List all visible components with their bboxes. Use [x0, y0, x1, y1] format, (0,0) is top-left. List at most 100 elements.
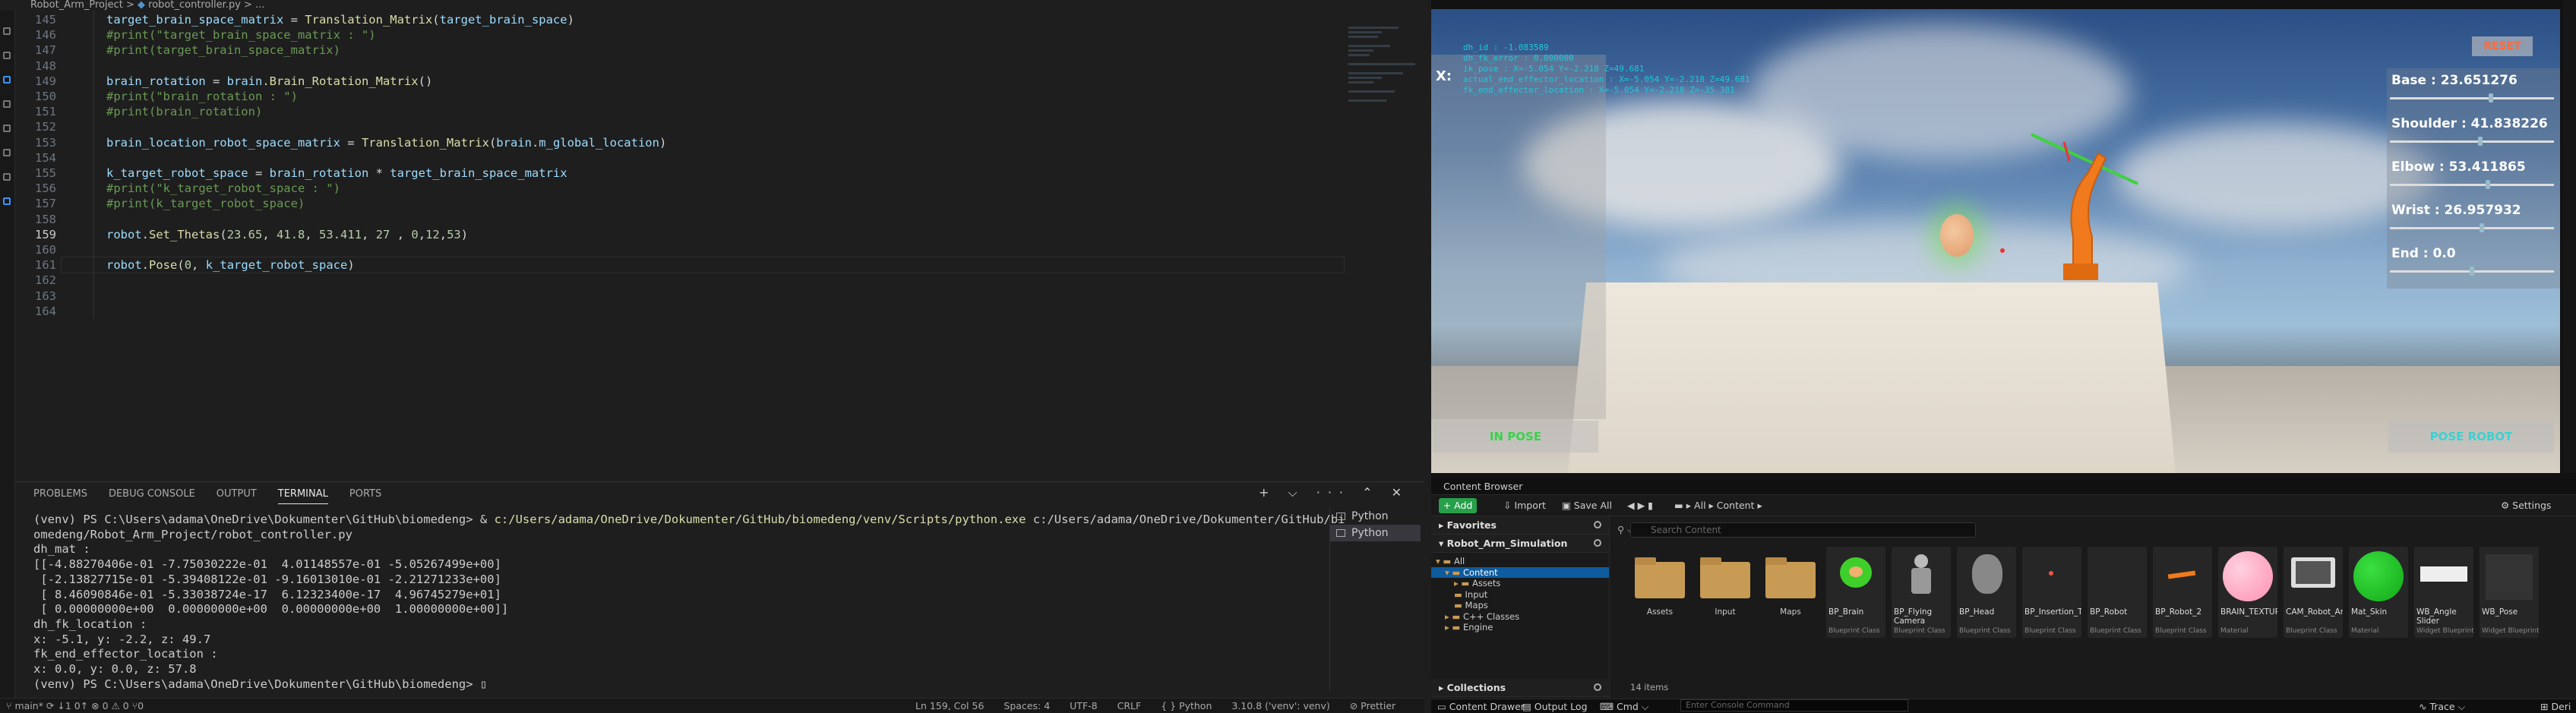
- status-item[interactable]: Spaces: 4: [1004, 700, 1050, 711]
- terminal-instance[interactable]: Python: [1330, 525, 1421, 541]
- extensions-icon[interactable]: [3, 125, 11, 132]
- collections-header[interactable]: ▸ Collections: [1431, 679, 1609, 697]
- explorer-icon[interactable]: [3, 27, 11, 35]
- terminal-text: (venv) PS C:\Users\adama\OneDrive\Dokume…: [33, 677, 488, 691]
- project-header[interactable]: ▾ Robot_Arm_Simulation: [1431, 535, 1609, 553]
- output-log-button[interactable]: ▤ Output Log: [1522, 699, 1588, 713]
- asset-tile[interactable]: Mat_Skin Material: [2349, 547, 2408, 638]
- cmd-dropdown[interactable]: ⌨ Cmd ⌵: [1600, 699, 1648, 713]
- tree-item[interactable]: ▸ ▬ Assets: [1431, 578, 1609, 589]
- pose-robot-button[interactable]: POSE ROBOT: [2388, 421, 2554, 453]
- joint-slider[interactable]: Shoulder : 41.838226: [2387, 112, 2560, 155]
- asset-tile[interactable]: WB_Pose Widget Blueprint: [2480, 547, 2540, 638]
- tree-item[interactable]: ▬ Maps: [1431, 600, 1609, 611]
- tree-item[interactable]: ▾ ▬ All: [1431, 556, 1609, 567]
- asset-tile[interactable]: CAM_Robot_Arm_... Blueprint Class: [2284, 547, 2343, 638]
- slider-handle[interactable]: [2477, 137, 2483, 146]
- panel-tab-problems[interactable]: PROBLEMS: [33, 485, 87, 503]
- terminal-text: dh_mat :: [33, 542, 90, 557]
- slider-track[interactable]: [2390, 140, 2554, 143]
- status-item[interactable]: Ln 159, Col 56: [915, 700, 984, 711]
- slider-handle[interactable]: [2470, 267, 2474, 276]
- asset-tile[interactable]: Assets: [1630, 547, 1689, 638]
- asset-tile[interactable]: BP_Brain Blueprint Class: [1826, 547, 1885, 638]
- settings-button[interactable]: ⚙ Settings: [2501, 498, 2551, 513]
- asset-tile[interactable]: Maps: [1761, 547, 1820, 638]
- git-branch-status[interactable]: ⑂ main* ⟳ ↓1 0↑ ⊗ 0 ⚠ 0 ⑂0: [6, 699, 144, 713]
- asset-tile[interactable]: Input: [1696, 547, 1755, 638]
- panel-tab-ports[interactable]: PORTS: [349, 485, 381, 503]
- terminal-text: (venv) PS C:\Users\adama\OneDrive\Dokume…: [33, 513, 495, 526]
- status-item[interactable]: UTF-8: [1070, 700, 1097, 711]
- line-number: 155: [35, 166, 56, 180]
- tree-item[interactable]: ▸ ▬ C++ Classes: [1431, 611, 1609, 623]
- joint-slider[interactable]: Wrist : 26.957932: [2387, 198, 2560, 241]
- status-item[interactable]: ⊘ Prettier: [1350, 700, 1395, 711]
- breadcrumb[interactable]: Robot_Arm_Project > ◆ robot_controller.p…: [0, 0, 1424, 11]
- tree-item[interactable]: ▸ ▬ Engine: [1431, 622, 1609, 633]
- remote-icon[interactable]: [3, 173, 11, 181]
- run-debug-icon[interactable]: [3, 100, 11, 108]
- panel-tab-debug-console[interactable]: DEBUG CONSOLE: [109, 485, 195, 503]
- save-all-button[interactable]: ▣ Save All: [1562, 498, 1612, 513]
- path-breadcrumb[interactable]: ▬ ▸ All ▸ Content ▸: [1674, 498, 1762, 513]
- in-pose-indicator[interactable]: IN POSE: [1433, 421, 1598, 453]
- slider-track[interactable]: [2390, 97, 2554, 99]
- code-editor[interactable]: 145 target_brain_space_matrix = Translati…: [15, 11, 1439, 481]
- reset-button[interactable]: RESET: [2472, 36, 2533, 56]
- slider-handle[interactable]: [2479, 223, 2484, 232]
- details-panel-strip[interactable]: [2563, 0, 2576, 473]
- asset-tile[interactable]: BP_Flying Camera Blueprint Class: [1892, 547, 1951, 638]
- breadcrumb-project[interactable]: Robot_Arm_Project: [30, 0, 123, 11]
- code-text: #print("target_brain_space_matrix : "): [106, 27, 376, 44]
- code-token: k_target_robot_space: [106, 166, 248, 180]
- derived-data-button[interactable]: ⊞ Deri: [2540, 699, 2571, 713]
- slider-handle[interactable]: [2486, 180, 2490, 189]
- content-search-input[interactable]: Search Content: [1630, 522, 1976, 538]
- source-control-icon[interactable]: [3, 76, 11, 84]
- slider-track[interactable]: [2390, 227, 2554, 229]
- minimap[interactable]: [1348, 24, 1432, 275]
- trace-dropdown[interactable]: ∿ Trace ⌵: [2419, 699, 2465, 713]
- joint-slider[interactable]: End : 0.0: [2387, 241, 2560, 285]
- path-all[interactable]: All: [1694, 500, 1706, 511]
- panel-controls[interactable]: + ⌵ ··· ⌃ ✕: [1259, 485, 1409, 500]
- search-icon[interactable]: [1594, 539, 1601, 547]
- console-command-input[interactable]: Enter Console Command: [1680, 699, 1908, 711]
- testing-icon[interactable]: [3, 149, 11, 156]
- panel-tab-terminal[interactable]: TERMINAL: [277, 485, 328, 504]
- tree-item[interactable]: ▾ ▬ Content: [1431, 566, 1609, 578]
- breadcrumb-file[interactable]: robot_controller.py: [148, 0, 241, 11]
- status-item[interactable]: CRLF: [1117, 700, 1142, 711]
- slider-track[interactable]: [2390, 184, 2554, 186]
- terminal-output[interactable]: (venv) PS C:\Users\adama\OneDrive\Dokume…: [33, 513, 1345, 692]
- search-icon[interactable]: [1594, 683, 1601, 691]
- asset-tile[interactable]: BP_Insertion_Target Blueprint Class: [2022, 547, 2081, 638]
- account-icon[interactable]: [3, 197, 11, 205]
- level-viewport[interactable]: dh_id : -1.083589 dh_fk_error : 0.000000 i…: [1431, 9, 2560, 473]
- tree-item[interactable]: ▬ Input: [1431, 589, 1609, 601]
- asset-tile[interactable]: BP_Head Blueprint Class: [1957, 547, 2016, 638]
- status-item[interactable]: 3.10.8 ('venv': venv): [1231, 700, 1329, 711]
- search-icon[interactable]: [1594, 521, 1601, 528]
- history-nav[interactable]: ◀ ▶ ▮: [1627, 498, 1653, 513]
- panel-tab-output[interactable]: OUTPUT: [217, 485, 257, 503]
- content-drawer-button[interactable]: ▭ Content Drawer: [1437, 699, 1525, 713]
- joint-slider[interactable]: Elbow : 53.411865: [2387, 155, 2560, 198]
- add-button[interactable]: + Add: [1439, 498, 1477, 513]
- breadcrumb-rest[interactable]: ...: [255, 0, 264, 11]
- content-browser-tab[interactable]: Content Browser: [1436, 480, 1530, 494]
- slider-handle[interactable]: [2489, 93, 2494, 103]
- status-item[interactable]: { } Python: [1161, 700, 1212, 711]
- terminal-instance-label: Python: [1351, 510, 1389, 522]
- favorites-header[interactable]: ▸ Favorites: [1431, 516, 1609, 535]
- import-button[interactable]: ⇩ Import: [1503, 498, 1546, 513]
- terminal-instance[interactable]: Python: [1330, 508, 1421, 525]
- asset-tile[interactable]: WB_Angle Slider Widget Blueprint: [2414, 547, 2474, 638]
- joint-slider[interactable]: Base : 23.651276: [2387, 68, 2560, 112]
- asset-tile[interactable]: BP_Robot_2 Blueprint Class: [2153, 547, 2212, 638]
- search-icon[interactable]: [3, 52, 11, 59]
- asset-tile[interactable]: BRAIN_TEXTURE_... Material: [2218, 547, 2277, 638]
- path-content[interactable]: Content: [1717, 500, 1755, 511]
- asset-tile[interactable]: BP_Robot Blueprint Class: [2088, 547, 2147, 638]
